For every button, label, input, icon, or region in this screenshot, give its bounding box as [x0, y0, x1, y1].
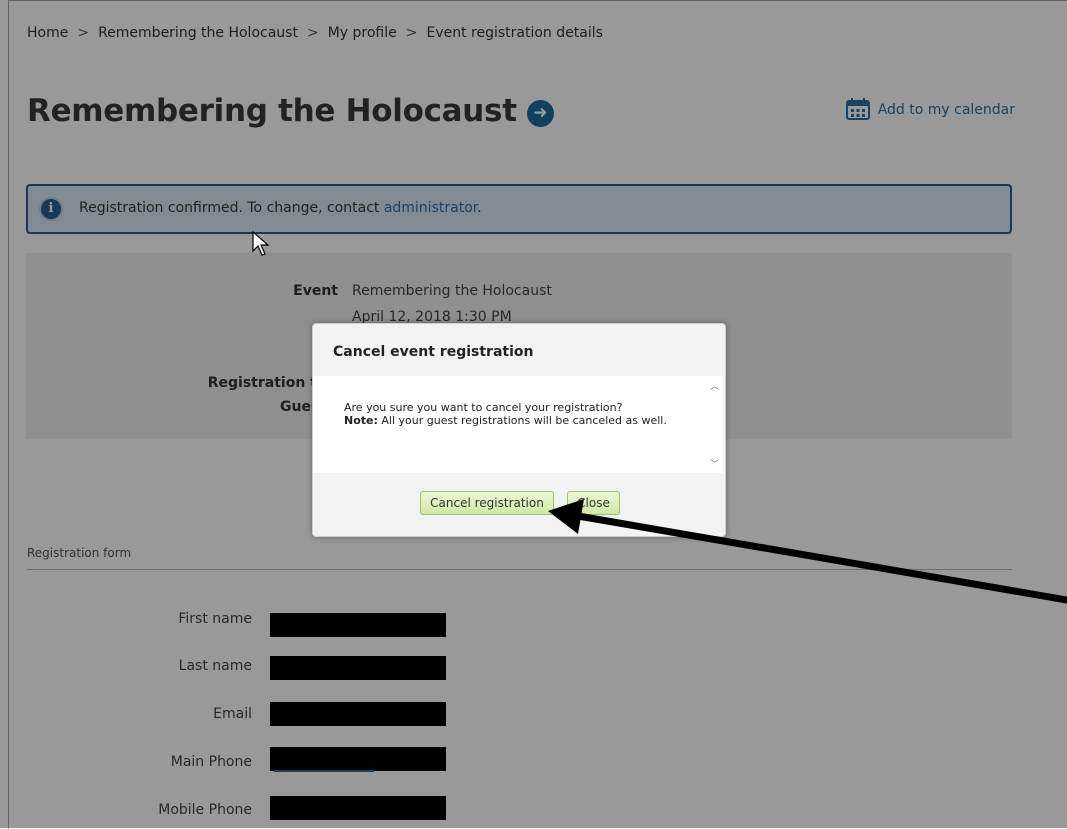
annotation-arrow-icon: [548, 499, 1067, 604]
mouse-cursor-icon: [252, 231, 270, 256]
